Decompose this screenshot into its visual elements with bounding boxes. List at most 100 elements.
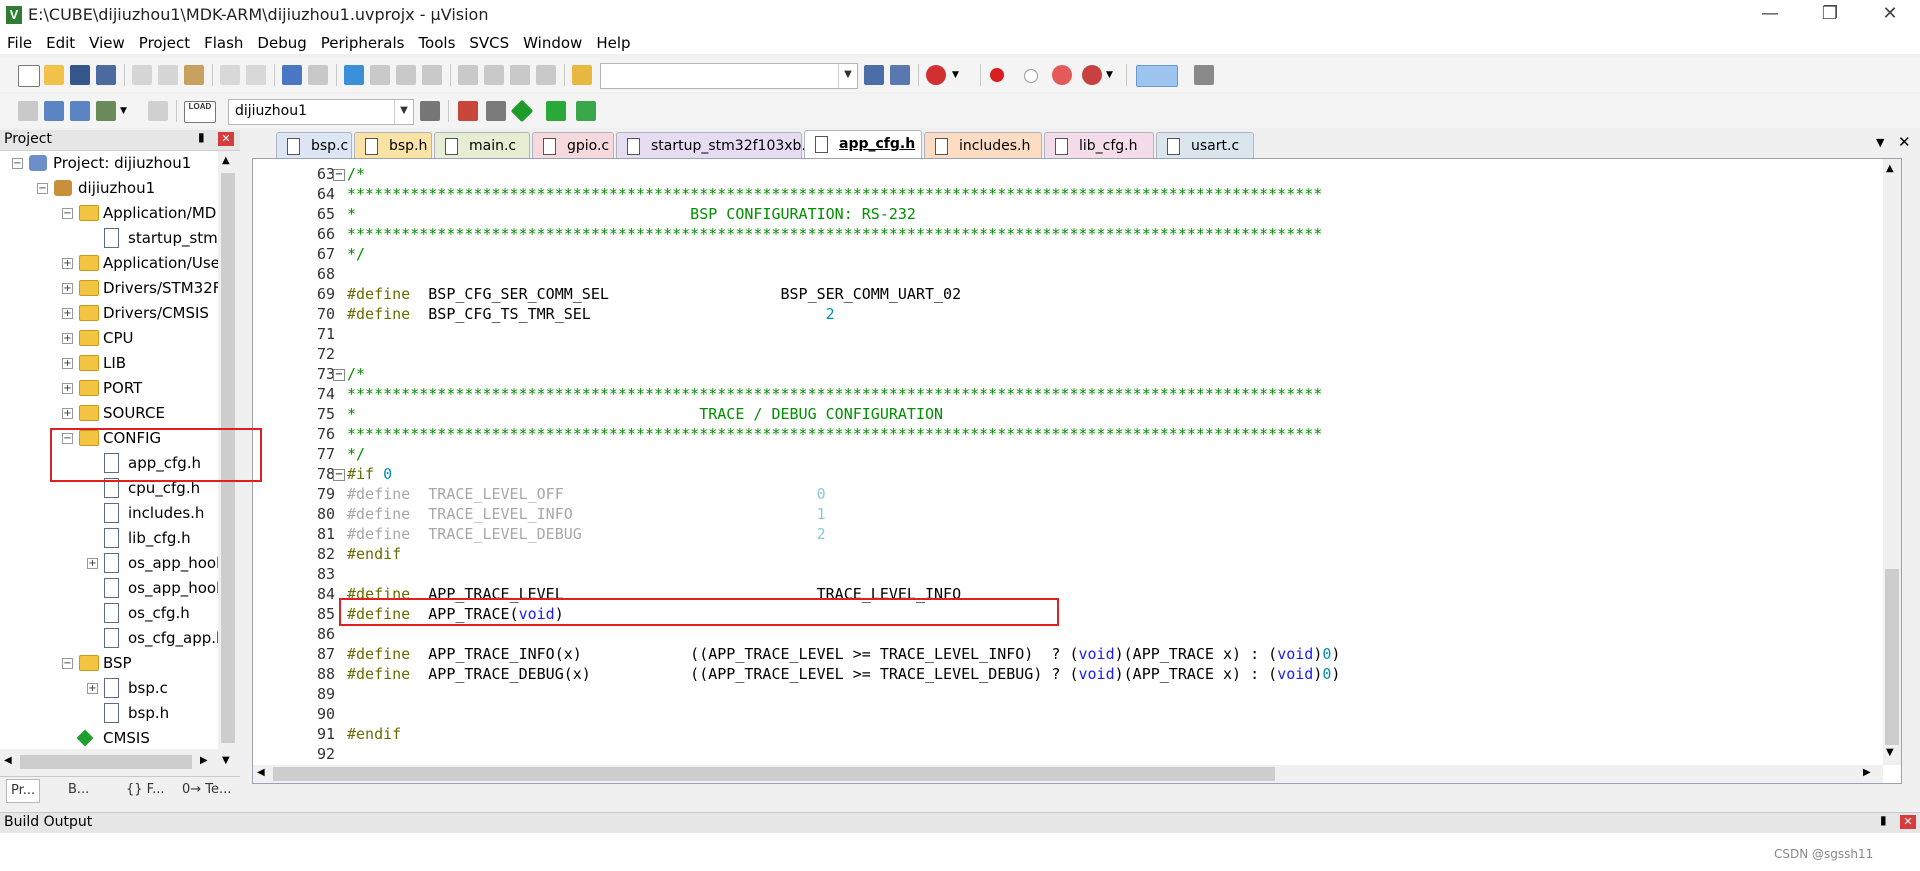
- expand-icon[interactable]: +: [87, 558, 98, 569]
- menu-file[interactable]: File: [0, 30, 39, 54]
- tab-templates[interactable]: 0→ Te...: [178, 779, 235, 801]
- menu-flash[interactable]: Flash: [197, 30, 250, 54]
- fold-icon[interactable]: −: [333, 469, 345, 481]
- tab-project[interactable]: Pr...: [6, 779, 41, 803]
- translate-icon[interactable]: [18, 101, 38, 121]
- breakpoint-icon[interactable]: [990, 68, 1004, 82]
- expand-icon[interactable]: +: [62, 283, 73, 294]
- breakpoint-disable-all-icon[interactable]: [1052, 65, 1072, 85]
- scroll-up-icon[interactable]: ▲: [222, 155, 230, 166]
- save-all-icon[interactable]: [96, 65, 116, 85]
- expand-icon[interactable]: +: [62, 408, 73, 419]
- bookmark-prev-icon[interactable]: [370, 65, 390, 85]
- copy-icon[interactable]: [158, 65, 178, 85]
- collapse-icon[interactable]: −: [12, 158, 23, 169]
- menu-project[interactable]: Project: [132, 30, 197, 54]
- editor-tab[interactable]: lib_cfg.h: [1044, 132, 1154, 158]
- rebuild-icon[interactable]: [70, 101, 90, 121]
- select-packs-icon[interactable]: [486, 101, 506, 121]
- close-icon[interactable]: ✕: [1900, 815, 1916, 829]
- manage-project-items-icon[interactable]: [458, 101, 478, 121]
- menu-debug[interactable]: Debug: [250, 30, 313, 54]
- collapse-icon[interactable]: −: [62, 658, 73, 669]
- expand-icon[interactable]: +: [62, 333, 73, 344]
- bookmark-clear-icon[interactable]: [422, 65, 442, 85]
- scroll-left-icon[interactable]: ◀: [4, 755, 12, 766]
- scroll-down-icon[interactable]: ▼: [1886, 747, 1894, 758]
- stop-build-icon[interactable]: [148, 101, 168, 121]
- find-combo[interactable]: ▼: [600, 63, 858, 89]
- nav-back-icon[interactable]: [282, 65, 302, 85]
- hscroll-thumb[interactable]: [20, 755, 192, 769]
- minimize-icon[interactable]: —: [1740, 0, 1800, 30]
- menu-svcs[interactable]: SVCS: [462, 30, 516, 54]
- component-icon[interactable]: [576, 101, 596, 121]
- editor-tab[interactable]: includes.h: [924, 132, 1042, 158]
- hscroll-thumb[interactable]: [273, 767, 1275, 781]
- build-icon[interactable]: [44, 101, 64, 121]
- chevron-down-icon[interactable]: ▼: [838, 64, 857, 88]
- code-editor[interactable]: 63−64 65 66 67 68 69 70 71 72 73−74 75 76 77 78−79 80 8…: [252, 158, 1902, 784]
- collapse-icon[interactable]: −: [62, 208, 73, 219]
- target-options-icon[interactable]: [420, 101, 440, 121]
- editor-tab[interactable]: gpio.c: [532, 132, 614, 158]
- editor-tab[interactable]: bsp.h: [354, 132, 432, 158]
- expand-icon[interactable]: +: [87, 683, 98, 694]
- indent-icon[interactable]: [458, 65, 478, 85]
- configure-icon[interactable]: [1194, 65, 1214, 85]
- find-in-files-icon[interactable]: [572, 65, 592, 85]
- incremental-find-icon[interactable]: [890, 65, 910, 85]
- editor-tab[interactable]: app_cfg.h: [804, 130, 922, 158]
- editor-tab[interactable]: main.c: [434, 132, 530, 158]
- open-folder-icon[interactable]: [44, 65, 64, 85]
- scroll-left-icon[interactable]: ◀: [257, 767, 265, 778]
- breakpoint-kill-all-icon[interactable]: [1082, 65, 1102, 85]
- new-file-icon[interactable]: [18, 65, 40, 87]
- nav-forward-icon[interactable]: [308, 65, 328, 85]
- pack-installer-icon[interactable]: [546, 101, 566, 121]
- editor-tab[interactable]: bsp.c: [276, 132, 352, 158]
- menu-view[interactable]: View: [82, 30, 132, 54]
- editor-hscrollbar[interactable]: ◀ ▶: [253, 765, 1883, 783]
- breakpoint-disable-icon[interactable]: [1024, 69, 1038, 83]
- editor-vscrollbar[interactable]: ▲ ▼: [1883, 159, 1901, 765]
- close-icon[interactable]: ✕: [1860, 0, 1920, 30]
- manage-runtime-icon[interactable]: [510, 99, 534, 123]
- menu-edit[interactable]: Edit: [39, 30, 82, 54]
- menu-window[interactable]: Window: [516, 30, 589, 54]
- fold-icon[interactable]: −: [333, 169, 345, 181]
- download-icon[interactable]: LOAD: [184, 101, 216, 123]
- pin-icon[interactable]: ▮: [1880, 813, 1887, 827]
- chevron-down-icon[interactable]: ▼: [1106, 65, 1126, 85]
- save-icon[interactable]: [70, 65, 90, 85]
- undo-icon[interactable]: [220, 65, 240, 85]
- menu-help[interactable]: Help: [589, 30, 637, 54]
- cut-icon[interactable]: [132, 65, 152, 85]
- project-tree-hscrollbar[interactable]: ◀ ▶ ▼: [0, 752, 238, 772]
- unindent-icon[interactable]: [484, 65, 504, 85]
- bookmark-next-icon[interactable]: [396, 65, 416, 85]
- scroll-right-icon[interactable]: ▶: [200, 755, 208, 766]
- redo-icon[interactable]: [246, 65, 266, 85]
- collapse-icon[interactable]: −: [37, 183, 48, 194]
- chevron-down-icon[interactable]: ▼: [952, 65, 972, 85]
- debug-session-icon[interactable]: [926, 65, 946, 85]
- target-select[interactable]: dijiuzhou1 ▼: [228, 99, 414, 125]
- paste-icon[interactable]: [184, 65, 204, 85]
- uncomment-icon[interactable]: [536, 65, 556, 85]
- build-output-pane[interactable]: CSDN @sgssh11: [0, 833, 1920, 871]
- expand-icon[interactable]: +: [62, 258, 73, 269]
- fold-icon[interactable]: −: [333, 369, 345, 381]
- find-icon[interactable]: [864, 65, 884, 85]
- chevron-down-icon[interactable]: ▼: [394, 100, 413, 124]
- expand-icon[interactable]: +: [62, 383, 73, 394]
- comment-icon[interactable]: [510, 65, 530, 85]
- chevron-down-icon[interactable]: ▼: [120, 101, 140, 121]
- expand-icon[interactable]: +: [62, 308, 73, 319]
- scroll-down-icon[interactable]: ▼: [222, 755, 230, 766]
- tab-books[interactable]: B...: [64, 779, 93, 801]
- scroll-up-icon[interactable]: ▲: [1886, 163, 1894, 174]
- close-icon[interactable]: ✕: [1898, 133, 1911, 151]
- tab-list-icon[interactable]: ▼: [1876, 136, 1884, 149]
- restore-icon[interactable]: ❐: [1800, 0, 1860, 30]
